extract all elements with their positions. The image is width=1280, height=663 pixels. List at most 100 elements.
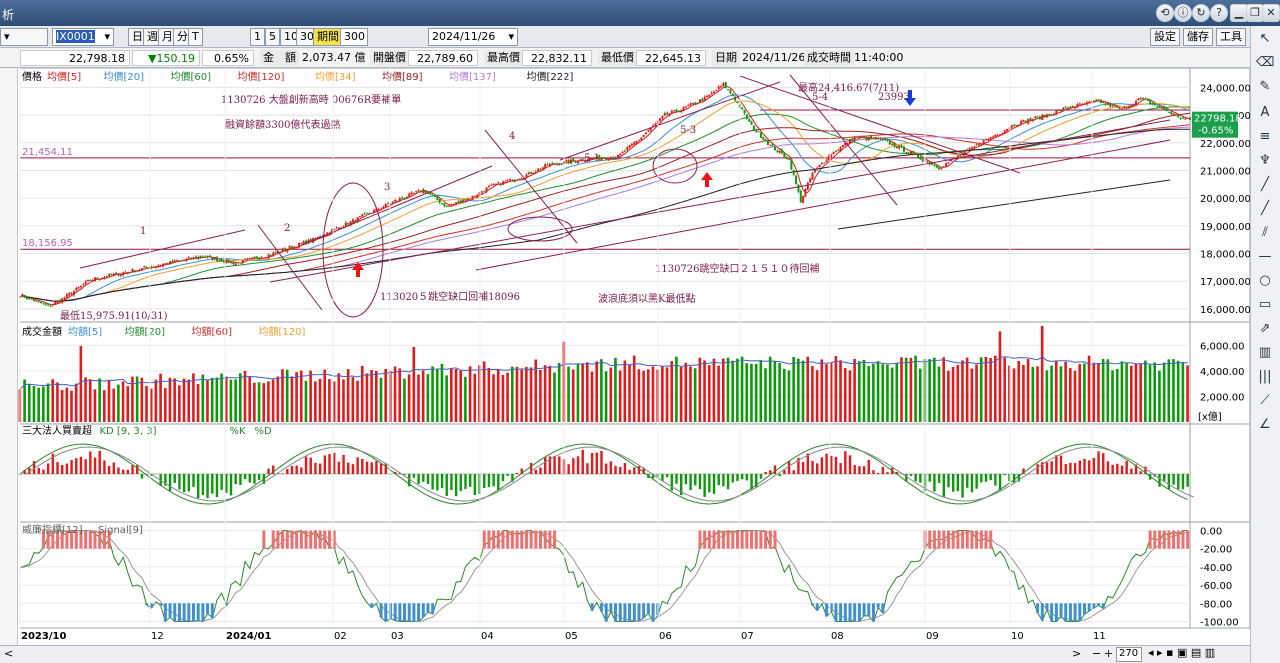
columns-icon[interactable]: |||	[1256, 368, 1274, 386]
left-dropdown[interactable]: ▾	[0, 28, 48, 46]
channel-icon[interactable]: ⫽	[1256, 224, 1274, 242]
wr-oversold-fill	[206, 603, 210, 614]
back-icon[interactable]: ⟲	[1156, 4, 1174, 22]
volume-bar	[862, 359, 866, 422]
help-icon[interactable]: ?	[1210, 4, 1228, 22]
bars-icon[interactable]: ▥	[1256, 344, 1274, 362]
volume-bar	[56, 382, 59, 422]
volume-bar	[510, 366, 514, 422]
trendline-icon[interactable]: ╱	[1256, 176, 1274, 194]
volume-bar	[970, 368, 974, 422]
count-1-button[interactable]: 1	[250, 28, 265, 46]
candle-body	[720, 86, 723, 88]
open-value: 22,789.60	[408, 50, 478, 66]
scroll-right-icon[interactable]: >	[1072, 647, 1081, 660]
circle-icon[interactable]: ○	[1256, 272, 1274, 290]
volume-bar	[1097, 362, 1100, 422]
candle-body	[548, 163, 551, 166]
refresh-icon[interactable]: ↻	[1192, 4, 1210, 22]
volume-bar	[937, 366, 941, 422]
volume-bar	[642, 370, 645, 422]
symbol-select[interactable]: IX0001 ▾	[52, 28, 114, 46]
candle-body	[1020, 120, 1023, 125]
rectangle-icon[interactable]: ▭	[1256, 296, 1274, 314]
volume-bar	[637, 369, 641, 422]
period-tick-button[interactable]: T	[188, 28, 203, 46]
wr-oversold-fill	[1040, 603, 1044, 621]
inst-bar	[323, 455, 327, 474]
arrow-icon[interactable]: ⇗	[1256, 320, 1274, 338]
candle-body	[469, 199, 472, 201]
candle-body	[788, 158, 791, 160]
wr-oversold-fill	[384, 603, 388, 622]
volume-bar	[1106, 359, 1110, 422]
wr-oversold-fill	[609, 603, 613, 612]
count-5-button[interactable]: 5	[265, 28, 280, 46]
candle-body	[1055, 110, 1058, 115]
angle-icon[interactable]: ∠	[1256, 416, 1274, 434]
candle-body	[131, 269, 134, 272]
wr-overbought-fill	[764, 530, 768, 549]
scroll-bar[interactable]: < > − + 270 ◂ ▸ ▪ ▣ ▤ ▥	[0, 645, 1250, 663]
candle-body	[84, 281, 87, 284]
volume-bar	[65, 387, 69, 422]
candle-body	[795, 175, 798, 184]
hline-icon[interactable]: —	[1256, 248, 1274, 266]
volume-bar	[600, 359, 603, 422]
volume-bar	[806, 356, 810, 422]
inst-bar	[61, 464, 64, 474]
candle-body	[663, 113, 666, 116]
candle-body	[1010, 125, 1013, 128]
reference-line-label: 18,156.95	[22, 238, 73, 249]
wr-oversold-fill	[173, 603, 177, 622]
zoom-out-icon[interactable]: −	[1092, 647, 1101, 660]
candle-body	[773, 146, 776, 151]
inst-bar	[745, 474, 749, 481]
inst-bar	[633, 467, 636, 474]
scroll-left-icon[interactable]: <	[4, 647, 13, 660]
candle-body	[921, 158, 924, 162]
volume-bar	[1181, 362, 1185, 422]
pencil-icon[interactable]: ✎	[1256, 78, 1274, 96]
period-input[interactable]: 300	[340, 28, 368, 46]
eraser-icon[interactable]: ⌫	[1256, 54, 1274, 72]
volume-bar	[1050, 365, 1053, 422]
volume-bar	[1120, 361, 1124, 422]
volume-bar	[750, 363, 753, 422]
info-icon[interactable]: ⓘ	[1174, 4, 1192, 22]
inst-bar	[1064, 464, 1067, 474]
save-button[interactable]: 儲存	[1183, 28, 1213, 46]
volume-bar	[187, 379, 191, 422]
volume-bar	[979, 357, 983, 422]
candle-body	[487, 185, 490, 187]
zoom-in-icon[interactable]: +	[1104, 647, 1113, 660]
close-button[interactable]: ✕	[1262, 4, 1280, 22]
inst-bar	[1069, 462, 1072, 474]
candle-body	[105, 276, 108, 278]
cursor-icon[interactable]: ↖	[1256, 30, 1274, 48]
volume-bar	[843, 368, 847, 422]
date-select[interactable]: 2024/11/26 ▾	[428, 28, 518, 46]
settings-button[interactable]: 設定	[1150, 28, 1180, 46]
inst-bar	[300, 467, 303, 474]
zoom-input[interactable]: 270	[1116, 647, 1142, 662]
text-icon[interactable]: A	[1256, 104, 1274, 122]
candle-body	[417, 190, 420, 192]
price-change: ▼150.19	[132, 50, 200, 66]
candle-body	[975, 144, 978, 146]
candle-body	[931, 163, 934, 165]
inst-bar	[956, 474, 960, 492]
inst-bar	[1059, 455, 1063, 474]
lines-icon[interactable]: ≡	[1256, 128, 1274, 146]
ray-icon[interactable]: ╱	[1256, 200, 1274, 218]
candle-body	[1095, 99, 1098, 101]
fan-icon[interactable]: ⟋	[1256, 392, 1274, 410]
nav-icons[interactable]: ◂ ▸ ▪ ▣ ▤ ▥	[1148, 646, 1215, 659]
candle-body	[970, 147, 973, 149]
quote-bar: 22,798.18 ▼150.19 0.65% 金 額 2,073.47 億 開…	[0, 48, 1280, 68]
inst-bar	[117, 467, 120, 474]
tools-button[interactable]: 工具	[1216, 28, 1246, 46]
candle-body	[1137, 98, 1140, 101]
fibonacci-icon[interactable]: ♆	[1256, 152, 1274, 170]
inst-bar	[211, 474, 214, 494]
